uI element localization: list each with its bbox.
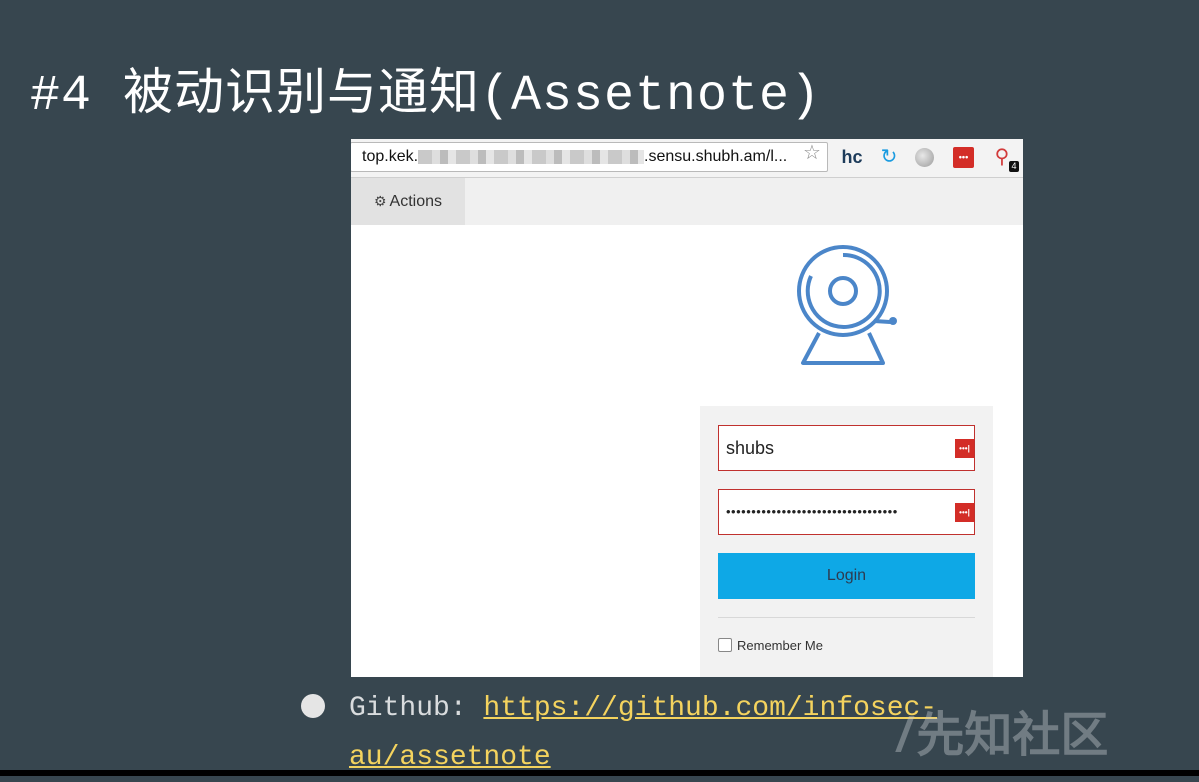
url-field[interactable]: top.kek. .sensu.shubh.am/l...: [351, 142, 828, 172]
watermark-logo-icon: /: [897, 709, 911, 762]
browser-toolbar: top.kek. .sensu.shubh.am/l... ☆ hc ↻ ••• …: [351, 139, 1023, 178]
browser-screenshot: top.kek. .sensu.shubh.am/l... ☆ hc ↻ ••• …: [351, 139, 1023, 677]
actions-label: Actions: [389, 193, 443, 210]
watermark: / 先知社区: [897, 708, 1108, 764]
lastpass-field-icon[interactable]: •••|: [955, 439, 974, 458]
github-bullet: Github: https://github.com/infosec-au/as…: [349, 684, 989, 782]
remember-me-checkbox[interactable]: [718, 638, 732, 652]
key-icon: ⚲: [994, 146, 1010, 168]
bottom-strip: [0, 770, 1199, 776]
login-panel: shubs •••| •••••••••••••••••••••••••••••…: [700, 406, 993, 677]
key-extension-badge: 4: [1009, 161, 1019, 172]
lastpass-extension-icon[interactable]: •••: [953, 147, 974, 168]
username-value: shubs: [726, 438, 775, 458]
actions-menu[interactable]: ⚙ Actions: [351, 178, 465, 225]
app-navbar: ⚙ Actions: [351, 178, 1023, 225]
github-label: Github:: [349, 693, 484, 724]
url-suffix: .sensu.shubh.am/l...: [644, 148, 788, 165]
watermark-text: 先知社区: [916, 709, 1109, 762]
slide-title: #4 被动识别与通知(Assetnote): [30, 68, 822, 125]
divider: [718, 617, 975, 618]
remember-me[interactable]: Remember Me: [718, 638, 823, 653]
key-extension-icon[interactable]: ⚲ 4: [988, 145, 1019, 172]
url-prefix: top.kek.: [362, 148, 419, 165]
remember-me-label: Remember Me: [737, 638, 823, 653]
password-value: ••••••••••••••••••••••••••••••••••: [726, 504, 898, 519]
globe-extension-icon[interactable]: [915, 148, 934, 167]
bullet-dot: [301, 694, 325, 718]
hc-extension-icon[interactable]: hc: [839, 145, 865, 169]
bookmark-star-icon[interactable]: ☆: [803, 141, 821, 165]
sensu-logo: [797, 245, 897, 365]
username-field[interactable]: shubs •••|: [718, 425, 975, 471]
refresh-extension-icon[interactable]: ↻: [877, 145, 901, 169]
gear-icon: ⚙: [373, 193, 387, 209]
password-field[interactable]: •••••••••••••••••••••••••••••••••• •••|: [718, 489, 975, 535]
login-button[interactable]: Login: [718, 553, 975, 599]
lastpass-field-icon[interactable]: •••|: [955, 503, 974, 522]
url-redacted: [418, 149, 645, 164]
